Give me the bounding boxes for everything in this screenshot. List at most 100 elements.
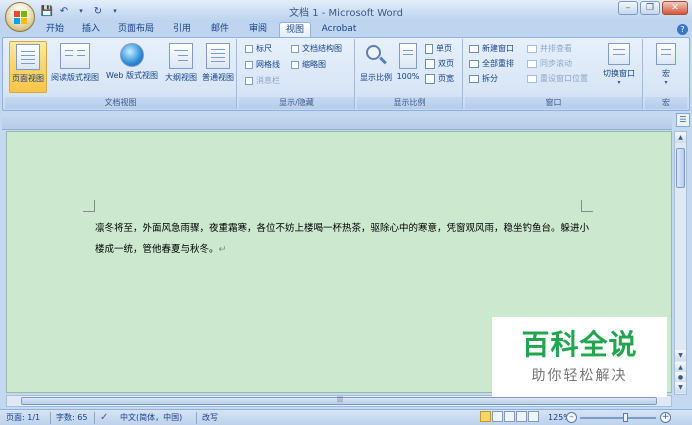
print-layout-button[interactable]: 页面视图 — [9, 41, 47, 93]
draft-label: 普通视图 — [202, 73, 234, 82]
message-bar-checkbox: 消息栏 — [245, 75, 280, 86]
paragraph-mark-icon: ↵ — [218, 244, 227, 255]
tab-insert[interactable]: 插入 — [76, 22, 106, 37]
gridlines-checkbox-box — [245, 60, 253, 69]
macros-dropdown-icon: ▾ — [664, 79, 668, 86]
view-ruler-icon[interactable]: ☰ — [676, 113, 690, 127]
zoom-out-icon[interactable]: – — [566, 412, 577, 423]
draft-button[interactable]: 普通视图 — [201, 41, 235, 93]
ruler-checkbox[interactable]: 标尺 — [245, 43, 272, 54]
macros-button[interactable]: 宏 ▾ — [649, 41, 683, 93]
watermark-subtitle: 助你轻松解决 — [531, 368, 628, 384]
thumbnails-checkbox[interactable]: 缩略图 — [291, 59, 326, 70]
group-macros-label: 宏 — [645, 97, 687, 109]
word-count[interactable]: 字数: 65 — [56, 412, 87, 424]
arrange-all-label: 全部重排 — [482, 59, 514, 68]
one-page-icon — [425, 43, 433, 54]
document-map-label: 文档结构图 — [302, 44, 342, 53]
tab-page-layout[interactable]: 页面布局 — [112, 22, 160, 37]
page-width-button[interactable]: 页宽 — [425, 73, 454, 84]
arrange-all-icon — [469, 59, 479, 68]
minimize-button[interactable]: – — [618, 1, 638, 15]
document-map-checkbox[interactable]: 文档结构图 — [291, 43, 342, 54]
tab-home[interactable]: 开始 — [40, 22, 70, 37]
message-bar-checkbox-box — [245, 76, 253, 85]
print-layout-label: 页面视图 — [12, 74, 44, 83]
scroll-up-icon[interactable]: ▲ — [675, 132, 686, 143]
next-page-icon[interactable]: ▼ — [675, 382, 686, 393]
group-window-label: 窗口 — [465, 97, 642, 109]
print-layout-view-icon[interactable] — [480, 411, 491, 422]
language-indicator[interactable]: 中文(简体，中国) — [120, 412, 182, 424]
outline-view-icon[interactable] — [516, 411, 527, 422]
help-icon[interactable]: ? — [677, 24, 688, 35]
gridlines-checkbox[interactable]: 网格线 — [245, 59, 280, 70]
watermark-logo: 百科全说 助你轻松解决 — [492, 317, 667, 397]
zoom-button[interactable]: 显示比例 — [359, 41, 393, 93]
new-window-button[interactable]: 新建窗口 — [469, 43, 514, 54]
margin-corner-top-right — [581, 200, 593, 212]
switch-windows-icon — [608, 43, 630, 65]
one-page-label: 单页 — [436, 44, 452, 53]
zoom-in-icon[interactable]: + — [660, 412, 671, 423]
status-separator — [196, 412, 197, 424]
office-button[interactable] — [5, 2, 35, 32]
zoom-100-button[interactable]: 100% — [395, 41, 421, 93]
switch-windows-button[interactable]: 切换窗口 ▾ — [599, 41, 639, 93]
status-separator — [50, 412, 51, 424]
print-layout-icon — [16, 44, 40, 70]
overtype-mode[interactable]: 改写 — [202, 412, 218, 424]
tab-acrobat[interactable]: Acrobat — [318, 22, 360, 37]
status-bar: 页面: 1/1 字数: 65 ✓ 中文(简体，中国) 改写 125% – + — [0, 409, 692, 425]
gridlines-label: 网格线 — [256, 60, 280, 69]
magnifier-icon — [364, 44, 388, 68]
zoom-slider-track[interactable] — [580, 417, 656, 419]
one-page-button[interactable]: 单页 — [425, 43, 452, 54]
tab-mailings[interactable]: 邮件 — [204, 22, 236, 37]
vertical-scroll-thumb[interactable] — [676, 148, 685, 188]
view-side-by-side-label: 并排查看 — [540, 44, 572, 53]
group-show-hide: 标尺 网格线 消息栏 文档结构图 缩略图 显示/隐藏 — [239, 39, 355, 109]
page-count[interactable]: 页面: 1/1 — [6, 412, 40, 424]
web-view-icon[interactable] — [504, 411, 515, 422]
zoom-slider-thumb[interactable] — [623, 413, 628, 422]
tab-view[interactable]: 视图 — [279, 22, 311, 37]
synchronous-scrolling-button: 同步滚动 — [527, 58, 572, 69]
proofing-check-icon[interactable]: ✓ — [100, 412, 108, 424]
zoom-100-label: 100% — [396, 72, 420, 81]
split-button[interactable]: 拆分 — [469, 73, 498, 84]
restore-button[interactable]: ❐ — [640, 1, 660, 15]
view-side-by-side-button: 并排查看 — [527, 43, 572, 54]
scroll-down-icon[interactable]: ▼ — [675, 350, 686, 361]
ribbon: 页面视图 阅读版式视图 Web 版式视图 大纲视图 普通视图 文档视图 标尺 网… — [2, 37, 690, 111]
group-zoom: 显示比例 100% 单页 双页 页宽 显示比例 — [357, 39, 463, 109]
scroll-grip-icon: ||| — [337, 396, 344, 403]
two-pages-button[interactable]: 双页 — [425, 58, 454, 69]
outline-label: 大纲视图 — [165, 73, 197, 82]
split-icon — [469, 74, 479, 83]
outline-icon — [169, 43, 193, 69]
reset-window-position-label: 重设窗口位置 — [540, 74, 588, 83]
vertical-scrollbar[interactable]: ▲ ▼ ▲ ● ▼ — [674, 131, 687, 395]
tab-references[interactable]: 引用 — [166, 22, 198, 37]
macros-icon — [656, 43, 676, 65]
outline-button[interactable]: 大纲视图 — [163, 41, 199, 93]
close-button[interactable]: ✕ — [662, 1, 688, 15]
split-label: 拆分 — [482, 74, 498, 83]
tab-review[interactable]: 审阅 — [242, 22, 274, 37]
group-document-views: 页面视图 阅读版式视图 Web 版式视图 大纲视图 普通视图 文档视图 — [5, 39, 237, 109]
arrange-all-button[interactable]: 全部重排 — [469, 58, 514, 69]
web-layout-button[interactable]: Web 版式视图 — [103, 41, 161, 93]
group-macros: 宏 ▾ 宏 — [645, 39, 687, 109]
new-window-icon — [469, 44, 479, 53]
full-screen-reading-button[interactable]: 阅读版式视图 — [49, 41, 101, 93]
document-text[interactable]: 凛冬将至，外面风急雨骤，夜重霜寒，各位不妨上楼喝一杯热茶，驱除心中的寒意，凭窗观… — [95, 218, 595, 260]
macros-button-label: 宏 — [662, 69, 670, 78]
group-document-views-label: 文档视图 — [5, 97, 236, 109]
office-logo-icon — [14, 11, 27, 24]
new-window-label: 新建窗口 — [482, 44, 514, 53]
web-layout-globe-icon — [120, 43, 144, 67]
switch-windows-dropdown-icon: ▾ — [617, 79, 621, 86]
draft-view-icon[interactable] — [528, 411, 539, 422]
reading-view-icon[interactable] — [492, 411, 503, 422]
